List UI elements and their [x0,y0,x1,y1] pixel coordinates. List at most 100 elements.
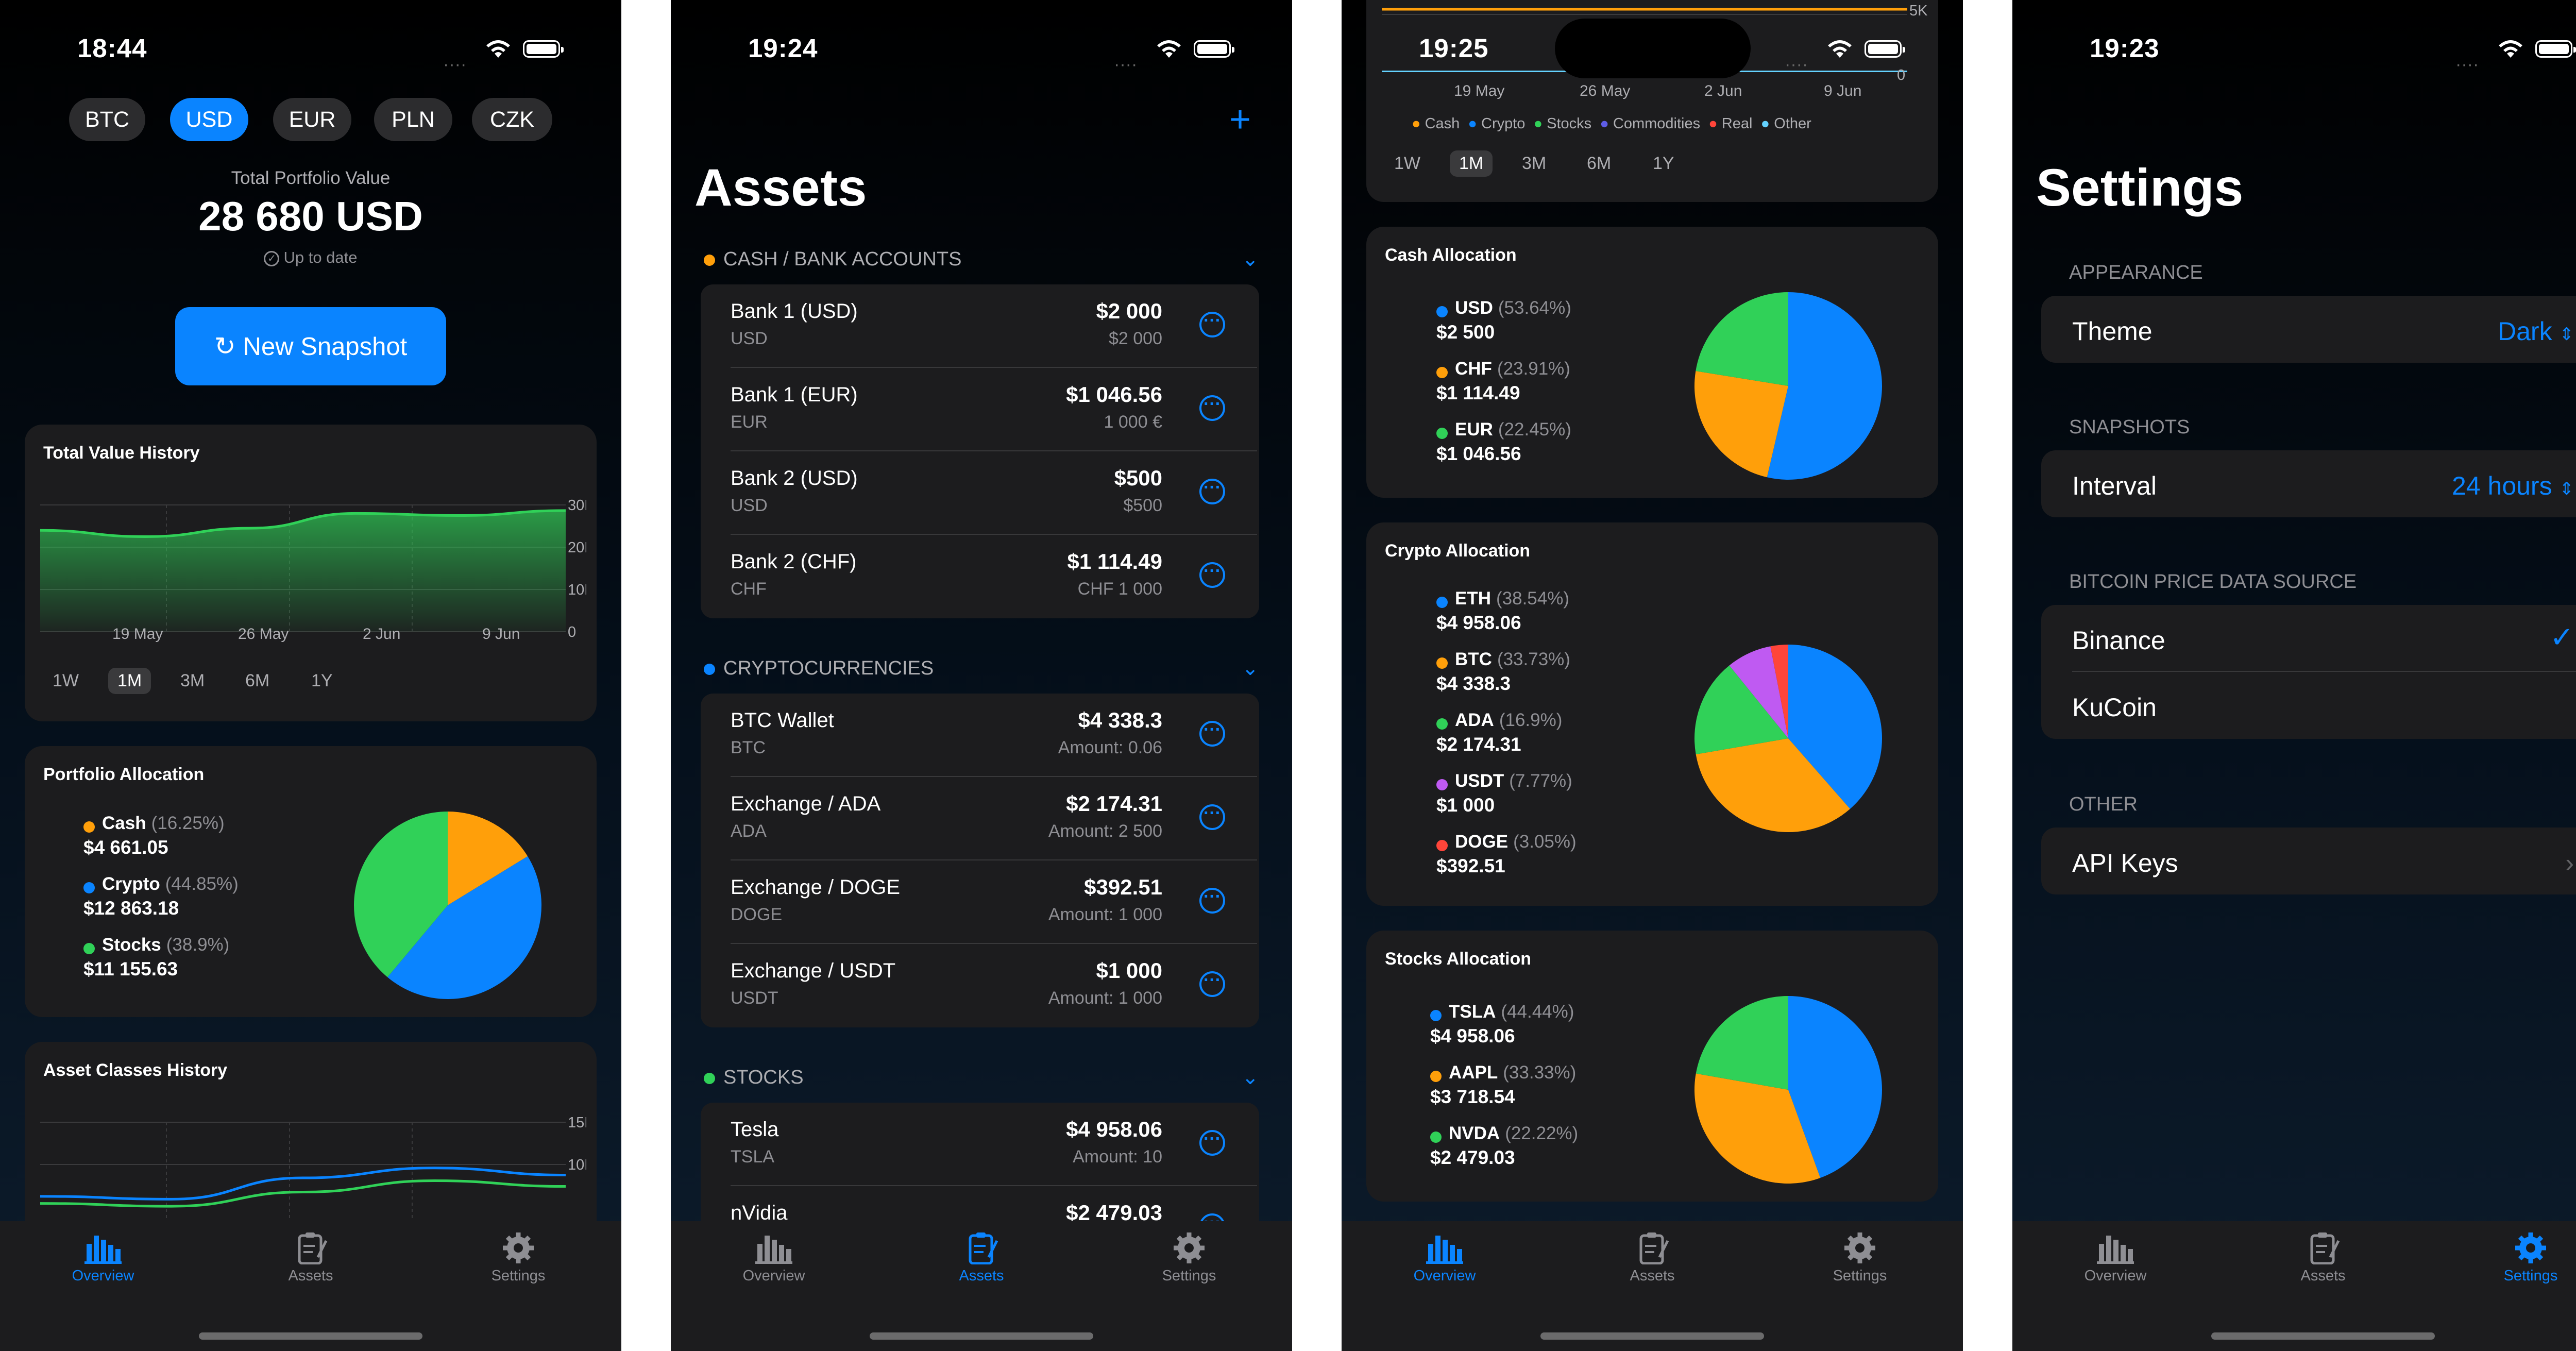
tab-overview[interactable]: Overview [707,1231,841,1285]
range-1y[interactable]: 1Y [311,671,333,691]
more-options-icon[interactable] [1199,1129,1225,1156]
api-keys-row[interactable]: API Keys › [2041,828,2576,894]
stocks-allocation-card: Stocks Allocation TSLA (44.44%) $4 958.06 … [1366,931,1938,1202]
currency-pill-czk[interactable]: CZK [472,98,552,141]
x-tick-label: 9 Jun [482,626,520,643]
legend-pct: (33.33%) [1503,1062,1577,1083]
tab-settings[interactable]: Settings [1793,1231,1927,1285]
chevron-down-icon[interactable]: ⌄ [1242,247,1259,271]
new-snapshot-button[interactable]: ↻ New Snapshot [175,307,446,385]
tab-overview[interactable]: Overview [1378,1231,1512,1285]
legend-value: $1 114.49 [1436,382,1520,403]
clipboard-icon [969,1232,998,1264]
range-1m[interactable]: 1M [1450,150,1493,177]
legend-label: Cash [1425,115,1460,132]
more-options-icon[interactable] [1199,803,1225,830]
asset-row[interactable]: Tesla TSLA $4 958.06 Amount: 10 [701,1103,1257,1186]
wifi-icon [486,40,510,58]
interval-label: Interval [2072,471,2157,500]
range-1y[interactable]: 1Y [1653,154,1674,174]
currency-pill-eur[interactable]: EUR [273,98,351,141]
range-3m[interactable]: 3M [180,671,205,691]
legend-pct: (38.9%) [166,935,230,955]
refresh-icon: ↻ [214,332,236,361]
asset-row[interactable]: Exchange / USDT USDT $1 000 Amount: 1 000 [701,944,1257,1027]
section-list-cash: Bank 1 (USD) USD $2 000 $2 000 Bank 1 (EUR… [701,284,1259,618]
value-history-chart: 30K 20K 10K 0 [40,497,586,640]
range-6m[interactable]: 6M [1587,154,1611,174]
legend-value: $2 174.31 [1436,734,1521,755]
wifi-icon [1828,40,1852,58]
asset-native-amount: Amount: 1 000 [1048,988,1162,1008]
tab-assets[interactable]: Assets [2256,1231,2390,1285]
legend-item: USDT (7.77%) $1 000 [1436,771,1577,816]
battery-icon [2535,40,2576,58]
more-options-icon[interactable] [1199,970,1225,997]
currency-pill-btc[interactable]: BTC [69,98,145,141]
currency-pill-pln[interactable]: PLN [374,98,452,141]
legend-name: Crypto [102,874,160,894]
section-title: STOCKS [723,1067,804,1088]
theme-row[interactable]: Theme Dark ⇕ [2041,296,2576,363]
asset-row[interactable]: Exchange / DOGE DOGE $392.51 Amount: 1 000 [701,860,1257,944]
range-3m[interactable]: 3M [1522,154,1546,174]
range-6m[interactable]: 6M [245,671,269,691]
asset-row[interactable]: Bank 1 (USD) USD $2 000 $2 000 [701,284,1257,368]
asset-row[interactable]: BTC Wallet BTC $4 338.3 Amount: 0.06 [701,694,1257,777]
tab-assets[interactable]: Assets [1585,1231,1719,1285]
legend-name: EUR [1455,419,1493,440]
legend-dot [83,942,95,954]
interval-row[interactable]: Interval 24 hours ⇕ [2041,450,2576,517]
asset-name: Tesla [731,1118,779,1141]
asset-currency: TSLA [731,1147,775,1167]
range-1w[interactable]: 1W [53,671,79,691]
range-1m[interactable]: 1M [108,668,151,694]
crypto-allocation-title: Crypto Allocation [1385,541,1531,561]
more-options-icon[interactable] [1199,311,1225,337]
currency-pill-usd[interactable]: USD [170,98,248,141]
asset-row[interactable]: Bank 2 (CHF) CHF $1 114.49 CHF 1 000 [701,535,1257,618]
other-group: API Keys › [2041,828,2576,894]
theme-picker[interactable]: Dark ⇕ [2498,316,2574,346]
source-option-kucoin[interactable]: KuCoin [2041,672,2576,739]
more-options-icon[interactable] [1199,720,1225,747]
y-tick-label: 10K [568,582,586,598]
status-time: 19:23 [2090,33,2160,63]
chevron-down-icon[interactable]: ⌄ [1242,656,1259,680]
wifi-icon [2499,40,2522,58]
legend-label: Stocks [1547,115,1592,132]
more-options-icon[interactable] [1199,887,1225,914]
asset-row[interactable]: Bank 1 (EUR) EUR $1 046.56 1 000 € [701,368,1257,451]
chevron-down-icon[interactable]: ⌄ [1242,1066,1259,1089]
tab-assets[interactable]: Assets [914,1231,1048,1285]
legend-dot [1430,1131,1442,1143]
asset-row[interactable]: Bank 2 (USD) USD $500 $500 [701,451,1257,535]
asset-row[interactable]: Exchange / ADA ADA $2 174.31 Amount: 2 500 [701,777,1257,860]
legend-value: $2 500 [1436,322,1495,343]
tab-settings[interactable]: Settings [2464,1231,2576,1285]
legend-item-cash: Cash (16.25%) $4 661.05 [83,813,239,858]
section-header-stocks: STOCKS [704,1067,804,1089]
interval-picker[interactable]: 24 hours ⇕ [2452,471,2574,501]
snapshots-group: Interval 24 hours ⇕ [2041,450,2576,517]
asset-currency: EUR [731,412,768,432]
tab-settings[interactable]: Settings [1122,1231,1256,1285]
more-options-icon[interactable] [1199,394,1225,421]
asset-native-amount: Amount: 10 [1073,1147,1162,1167]
legend-name: CHF [1455,359,1492,379]
tab-settings[interactable]: Settings [451,1231,585,1285]
range-1w[interactable]: 1W [1394,154,1420,174]
add-icon[interactable]: + [1229,101,1251,138]
more-options-icon[interactable] [1199,561,1225,588]
section-dot [704,254,715,266]
tab-assets[interactable]: Assets [244,1231,378,1285]
asset-name: Bank 1 (EUR) [731,383,858,406]
asset-currency: BTC [731,738,766,757]
more-options-icon[interactable] [1199,478,1225,504]
assets-screen: 19:24 ···· + Assets CASH / BANK ACCOUNTS… [671,0,1292,1351]
sync-status-text: Up to date [283,248,358,266]
legend-name: NVDA [1449,1123,1500,1143]
tab-overview[interactable]: Overview [2048,1231,2182,1285]
tab-overview[interactable]: Overview [36,1231,170,1285]
source-option-binance[interactable]: Binance ✓ [2041,605,2576,672]
